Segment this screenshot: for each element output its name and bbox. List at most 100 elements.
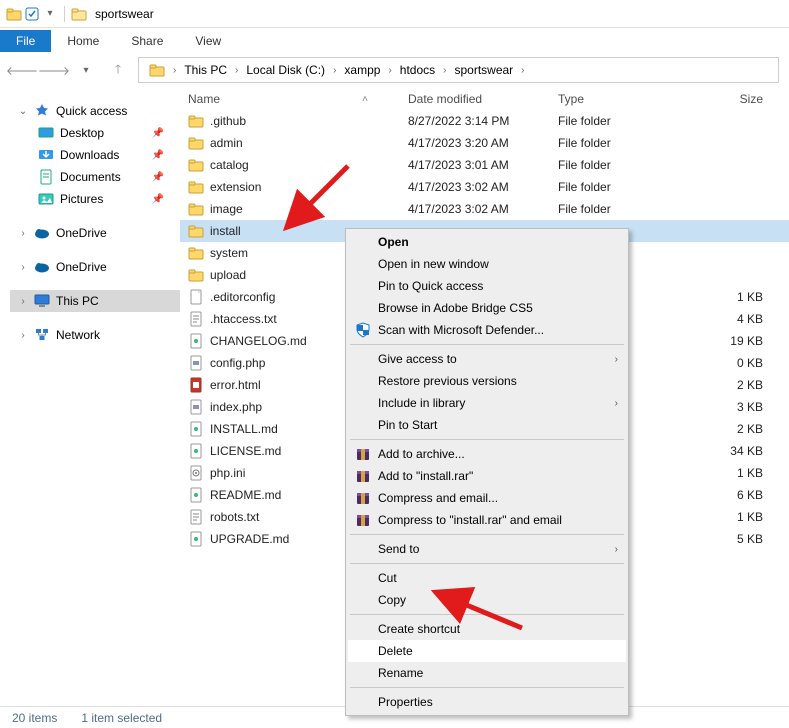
sidebar-item-network[interactable]: › Network	[10, 324, 180, 346]
file-size: 4 KB	[676, 312, 789, 326]
sidebar-item-desktop[interactable]: Desktop 📌	[10, 122, 180, 144]
breadcrumb-root-icon[interactable]	[143, 58, 171, 82]
chevron-down-icon[interactable]: ⌄	[18, 106, 28, 117]
file-row[interactable]: extension4/17/2023 3:02 AMFile folder	[180, 176, 789, 198]
tab-home[interactable]: Home	[51, 30, 115, 52]
file-type: File folder	[558, 136, 676, 150]
menu-item-cut[interactable]: Cut	[348, 567, 626, 589]
column-header-type[interactable]: Type	[558, 92, 676, 106]
menu-separator	[350, 687, 624, 688]
monitor-icon	[34, 293, 50, 309]
file-date: 4/17/2023 3:01 AM	[408, 158, 558, 172]
menu-item-scan-defender[interactable]: Scan with Microsoft Defender...	[348, 319, 626, 341]
file-type: File folder	[558, 202, 676, 216]
ribbon-tabs: File Home Share View	[0, 28, 789, 52]
sidebar-item-this-pc[interactable]: › This PC	[10, 290, 180, 312]
submenu-arrow-icon: ›	[615, 354, 618, 365]
menu-item-open-new-window[interactable]: Open in new window	[348, 253, 626, 275]
breadcrumb[interactable]: This PC	[178, 58, 233, 82]
menu-item-restore-versions[interactable]: Restore previous versions	[348, 370, 626, 392]
menu-item-browse-bridge[interactable]: Browse in Adobe Bridge CS5	[348, 297, 626, 319]
properties-icon[interactable]	[24, 6, 40, 22]
menu-item-rename[interactable]: Rename	[348, 662, 626, 684]
forward-button[interactable]: 🡒	[42, 58, 66, 82]
column-header-name[interactable]: Name ˄	[188, 92, 408, 106]
file-icon	[188, 421, 204, 437]
tab-share[interactable]: Share	[115, 30, 179, 52]
file-row[interactable]: .github8/27/2022 3:14 PMFile folder	[180, 110, 789, 132]
menu-item-pin-start[interactable]: Pin to Start	[348, 414, 626, 436]
breadcrumb[interactable]: xampp	[338, 58, 386, 82]
menu-item-add-rar[interactable]: Add to "install.rar"	[348, 465, 626, 487]
file-row[interactable]: image4/17/2023 3:02 AMFile folder	[180, 198, 789, 220]
chevron-right-icon[interactable]: ›	[386, 65, 393, 76]
back-button[interactable]: 🡐	[10, 58, 34, 82]
address-bar[interactable]: › This PC › Local Disk (C:) › xampp › ht…	[138, 57, 779, 83]
menu-item-delete[interactable]: Delete	[348, 640, 626, 662]
file-size: 2 KB	[676, 378, 789, 392]
chevron-right-icon[interactable]: ›	[233, 65, 240, 76]
column-header-size[interactable]: Size	[676, 92, 789, 106]
menu-item-give-access[interactable]: Give access to›	[348, 348, 626, 370]
menu-item-send-to[interactable]: Send to›	[348, 538, 626, 560]
chevron-right-icon[interactable]: ›	[18, 296, 28, 307]
menu-separator	[350, 614, 624, 615]
menu-item-pin-quick-access[interactable]: Pin to Quick access	[348, 275, 626, 297]
chevron-right-icon[interactable]: ›	[331, 65, 338, 76]
file-row[interactable]: admin4/17/2023 3:20 AMFile folder	[180, 132, 789, 154]
file-name: admin	[210, 136, 243, 150]
chevron-right-icon[interactable]: ›	[18, 228, 28, 239]
qat-dropdown-icon[interactable]: ▾	[42, 6, 58, 22]
file-size: 1 KB	[676, 290, 789, 304]
history-dropdown[interactable]: ▾	[74, 58, 98, 82]
file-size: 1 KB	[676, 510, 789, 524]
up-button[interactable]: 🡑	[106, 58, 130, 82]
file-name: CHANGELOG.md	[210, 334, 307, 348]
tab-file[interactable]: File	[0, 30, 51, 52]
documents-icon	[38, 169, 54, 185]
folder-icon	[188, 157, 204, 173]
menu-separator	[350, 534, 624, 535]
sidebar-item-onedrive[interactable]: › OneDrive	[10, 256, 180, 278]
file-icon	[188, 289, 204, 305]
chevron-right-icon[interactable]: ›	[519, 65, 526, 76]
chevron-right-icon[interactable]: ›	[18, 330, 28, 341]
submenu-arrow-icon: ›	[615, 544, 618, 555]
file-icon	[188, 465, 204, 481]
archive-icon	[354, 467, 372, 485]
sidebar-item-pictures[interactable]: Pictures 📌	[10, 188, 180, 210]
chevron-right-icon[interactable]: ›	[18, 262, 28, 273]
breadcrumb[interactable]: Local Disk (C:)	[240, 58, 331, 82]
file-name: .htaccess.txt	[210, 312, 277, 326]
file-row[interactable]: catalog4/17/2023 3:01 AMFile folder	[180, 154, 789, 176]
tab-view[interactable]: View	[179, 30, 237, 52]
breadcrumb[interactable]: sportswear	[448, 58, 519, 82]
breadcrumb[interactable]: htdocs	[394, 58, 441, 82]
file-size: 19 KB	[676, 334, 789, 348]
chevron-right-icon[interactable]: ›	[171, 65, 178, 76]
sidebar-item-documents[interactable]: Documents 📌	[10, 166, 180, 188]
menu-item-copy[interactable]: Copy	[348, 589, 626, 611]
menu-item-compress-email[interactable]: Compress and email...	[348, 487, 626, 509]
menu-item-add-archive[interactable]: Add to archive...	[348, 443, 626, 465]
sidebar-item-onedrive[interactable]: › OneDrive	[10, 222, 180, 244]
file-size: 1 KB	[676, 466, 789, 480]
menu-separator	[350, 563, 624, 564]
menu-item-open[interactable]: Open	[348, 231, 626, 253]
chevron-right-icon[interactable]: ›	[441, 65, 448, 76]
column-header-label: Name	[188, 92, 220, 106]
sidebar-item-downloads[interactable]: Downloads 📌	[10, 144, 180, 166]
column-header-date[interactable]: Date modified	[408, 92, 558, 106]
file-icon	[188, 355, 204, 371]
file-icon	[188, 509, 204, 525]
folder-icon	[188, 223, 204, 239]
menu-item-compress-rar-email[interactable]: Compress to "install.rar" and email	[348, 509, 626, 531]
file-size: 2 KB	[676, 422, 789, 436]
menu-item-include-library[interactable]: Include in library›	[348, 392, 626, 414]
star-icon	[34, 103, 50, 119]
sidebar-item-quick-access[interactable]: ⌄ Quick access	[10, 100, 180, 122]
nav-toolbar: 🡐 🡒 ▾ 🡑 › This PC › Local Disk (C:) › xa…	[0, 52, 789, 88]
menu-item-properties[interactable]: Properties	[348, 691, 626, 713]
pin-icon: 📌	[152, 194, 164, 205]
menu-item-create-shortcut[interactable]: Create shortcut	[348, 618, 626, 640]
